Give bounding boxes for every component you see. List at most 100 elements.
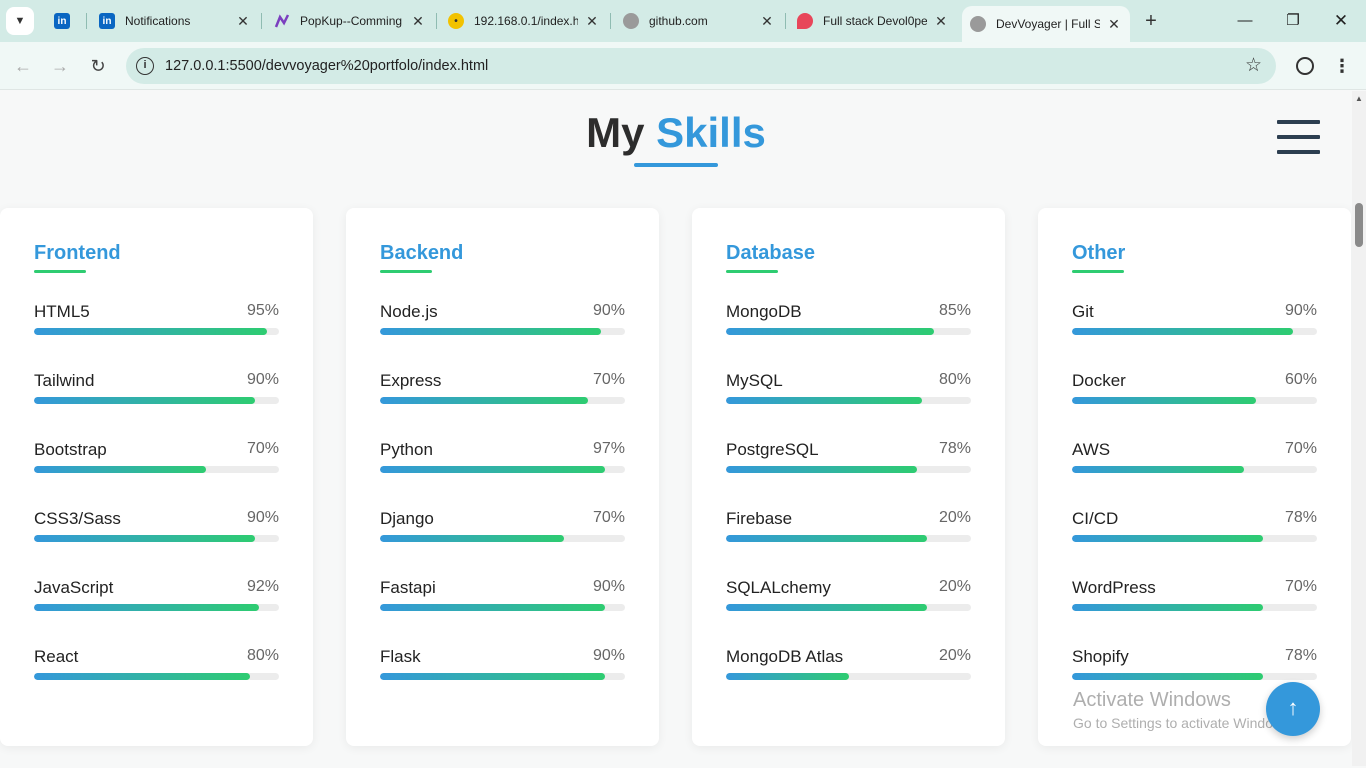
skill-name: WordPress xyxy=(1072,578,1156,597)
skill-name: JavaScript xyxy=(34,578,114,597)
skill-progress-track xyxy=(1072,466,1317,473)
skill-progress-fill xyxy=(1072,328,1293,335)
skill-progress-track xyxy=(34,328,279,335)
skill-name: Flask xyxy=(380,647,421,666)
tab-title: 192.168.0.1/index.h xyxy=(474,14,578,28)
page-scrollbar[interactable]: ▲ xyxy=(1352,91,1366,766)
forward-button[interactable]: → xyxy=(48,54,72,78)
close-tab-icon[interactable]: ✕ xyxy=(410,13,426,30)
popkup-icon xyxy=(274,13,290,29)
back-button[interactable]: ← xyxy=(11,54,35,78)
skill-row: Node.js 90% xyxy=(380,302,625,342)
scrollbar-thumb[interactable] xyxy=(1355,203,1363,247)
skill-percent: 78% xyxy=(938,440,971,457)
skill-progress-fill xyxy=(380,397,589,404)
skill-name: Tailwind xyxy=(34,371,95,390)
skill-category-title: Frontend xyxy=(34,242,121,264)
skill-percent: 20% xyxy=(938,647,971,664)
skill-name: Node.js xyxy=(380,302,438,321)
profile-icon[interactable] xyxy=(1296,57,1314,75)
skill-name: Express xyxy=(380,371,442,390)
title-underline xyxy=(634,163,718,167)
skill-progress-fill xyxy=(380,535,564,542)
hamburger-menu-icon[interactable] xyxy=(1277,120,1320,154)
skill-percent: 95% xyxy=(246,302,279,319)
skill-row: Git 90% xyxy=(1072,302,1317,342)
skill-row: MongoDB Atlas 20% xyxy=(726,647,971,687)
site-info-icon[interactable]: i xyxy=(136,57,154,75)
scroll-up-icon[interactable]: ▲ xyxy=(1355,94,1363,103)
category-underline xyxy=(726,270,778,273)
skill-progress-track xyxy=(34,397,279,404)
tab-router[interactable]: • 192.168.0.1/index.h ✕ xyxy=(448,7,600,35)
skill-name: CSS3/Sass xyxy=(34,509,121,528)
bookmark-star-icon[interactable]: ☆ xyxy=(1245,54,1262,77)
restore-button[interactable]: ❐ xyxy=(1270,8,1316,34)
skill-percent: 92% xyxy=(246,578,279,595)
skill-progress-fill xyxy=(380,328,601,335)
close-tab-icon[interactable]: ✕ xyxy=(584,13,600,30)
skill-name: Django xyxy=(380,509,434,528)
skill-row: Bootstrap 70% xyxy=(34,440,279,480)
skill-row: Django 70% xyxy=(380,509,625,549)
skill-percent: 90% xyxy=(592,647,625,664)
tab-search-button[interactable]: ▼ xyxy=(6,7,34,35)
skill-row: JavaScript 92% xyxy=(34,578,279,618)
skill-category-title: Other xyxy=(1072,242,1126,264)
skill-progress-track xyxy=(726,535,971,542)
skill-row: SQLALchemy 20% xyxy=(726,578,971,618)
skill-progress-track xyxy=(380,328,625,335)
skill-progress-track xyxy=(380,673,625,680)
menu-kebab-icon[interactable]: ⋮ xyxy=(1331,55,1353,77)
close-tab-icon[interactable]: ✕ xyxy=(1106,16,1122,33)
url-text[interactable]: 127.0.0.1:5500/devvoyager%20portfolo/ind… xyxy=(165,58,488,74)
skill-progress-track xyxy=(34,535,279,542)
activate-windows-title: Activate Windows xyxy=(1073,689,1231,711)
tab-notifications[interactable]: in Notifications ✕ xyxy=(99,7,251,35)
skill-percent: 90% xyxy=(592,578,625,595)
tab-linkedin-pinned[interactable]: in xyxy=(54,7,78,35)
close-window-button[interactable]: ✕ xyxy=(1318,8,1364,34)
arrow-up-icon: ↑ xyxy=(1287,695,1299,720)
skill-progress-fill xyxy=(1072,397,1256,404)
close-tab-icon[interactable]: ✕ xyxy=(235,13,251,30)
skill-name: MongoDB xyxy=(726,302,802,321)
skill-row: Python 97% xyxy=(380,440,625,480)
skill-progress-track xyxy=(34,466,279,473)
title-accent: Skills xyxy=(656,109,766,156)
tab-devsite[interactable]: Full stack Devol0pe ✕ xyxy=(797,7,949,35)
close-tab-icon[interactable]: ✕ xyxy=(933,13,949,30)
skill-progress-fill xyxy=(34,604,260,611)
back-to-top-button[interactable]: ↑ xyxy=(1266,682,1320,736)
skill-progress-fill xyxy=(34,397,255,404)
minimize-button[interactable]: — xyxy=(1222,8,1268,34)
tab-github[interactable]: github.com ✕ xyxy=(623,7,775,35)
skill-progress-track xyxy=(726,604,971,611)
skill-progress-fill xyxy=(726,673,849,680)
close-tab-icon[interactable]: ✕ xyxy=(759,13,775,30)
new-tab-button[interactable]: + xyxy=(1140,10,1162,32)
skill-percent: 80% xyxy=(938,371,971,388)
skill-progress-fill xyxy=(1072,604,1264,611)
skill-row: MySQL 80% xyxy=(726,371,971,411)
skill-percent: 78% xyxy=(1284,509,1317,526)
skill-name: AWS xyxy=(1072,440,1111,459)
address-bar[interactable]: i 127.0.0.1:5500/devvoyager%20portfolo/i… xyxy=(126,48,1276,84)
skill-row: Flask 90% xyxy=(380,647,625,687)
skill-name: Shopify xyxy=(1072,647,1129,666)
tab-devvoyager[interactable]: DevVoyager | Full St ✕ xyxy=(962,6,1130,42)
skill-name: CI/CD xyxy=(1072,509,1119,528)
skill-progress-fill xyxy=(1072,535,1264,542)
skill-progress-fill xyxy=(34,535,255,542)
skill-progress-fill xyxy=(726,604,927,611)
skill-row: React 80% xyxy=(34,647,279,687)
skill-progress-track xyxy=(380,397,625,404)
activate-windows-subtitle: Go to Settings to activate Windows. xyxy=(1073,715,1294,731)
title-plain: My xyxy=(586,109,645,156)
router-icon: • xyxy=(448,13,464,29)
tab-popkup[interactable]: PopKup--Comming ✕ xyxy=(274,7,426,35)
skill-name: Docker xyxy=(1072,371,1126,390)
skill-progress-track xyxy=(726,466,971,473)
reload-button[interactable]: ↻ xyxy=(86,54,110,78)
skill-name: Fastapi xyxy=(380,578,436,597)
